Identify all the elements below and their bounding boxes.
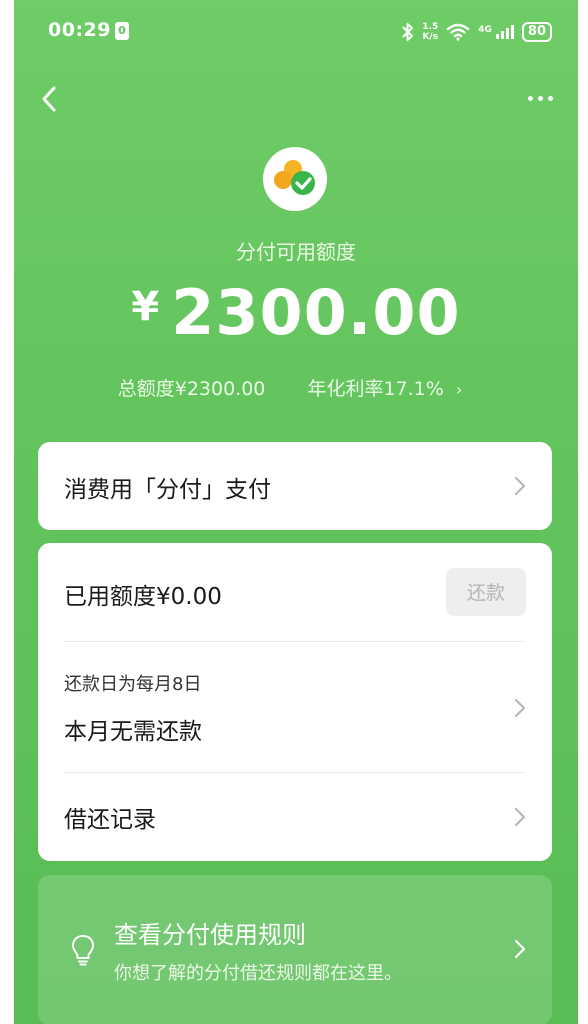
rules-description: 你想了解的分付借还规则都在这里。 [114, 963, 402, 984]
pay-with-fenfu-label: 消费用「分付」支付 [64, 477, 271, 503]
repay-day: 还款日为每月8日 [64, 674, 202, 695]
status-time: 00:29 [48, 19, 111, 41]
battery-icon: 80 [521, 22, 552, 42]
pay-with-fenfu-row[interactable]: 消费用「分付」支付 [38, 442, 552, 530]
repay-button[interactable]: 还款 [446, 568, 526, 616]
net-speed: 1.5 K/s [422, 22, 438, 42]
total-limit: 总额度¥2300.00 [117, 378, 266, 400]
available-credit-amount: ¥2300.00 [14, 276, 578, 349]
chevron-right-icon: › [455, 380, 463, 399]
records-label: 借还记录 [64, 807, 156, 833]
usage-card: 已用额度¥0.00 还款 还款日为每月8日 本月无需还款 借还记录 [38, 543, 552, 861]
annual-rate-link[interactable]: 年化利率17.1% › [295, 378, 474, 400]
wifi-icon [447, 23, 470, 41]
back-button[interactable] [36, 82, 64, 116]
sim-badge: 0 [115, 22, 129, 40]
currency-symbol: ¥ [131, 284, 160, 330]
credit-sub-info: 总额度¥2300.00 年化利率17.1% › [14, 374, 578, 401]
status-icons: 1.5 K/s 4G 80 [402, 18, 552, 46]
borrow-repay-records-row[interactable]: 借还记录 [38, 773, 552, 861]
more-dot [537, 95, 543, 101]
chevron-right-icon [514, 476, 526, 496]
fenfu-logo-icon [263, 147, 327, 211]
annual-rate: 年化利率17.1% [307, 378, 444, 400]
more-dot [547, 95, 553, 101]
more-options-button[interactable] [520, 84, 560, 112]
bluetooth-icon [402, 23, 414, 41]
available-credit-label: 分付可用额度 [236, 240, 356, 264]
credit-amount-value: 2300.00 [171, 276, 461, 349]
net-speed-unit: K/s [422, 32, 439, 42]
app-screen: 00:29 0 1.5 K/s 4G 80 分付可用额度 ¥ 2300.00 总… [14, 0, 578, 1024]
usage-rules-banner[interactable]: 查看分付使用规则 你想了解的分付借还规则都在这里。 [38, 875, 552, 1024]
net-speed-value: 1.5 [422, 22, 439, 32]
chevron-right-icon [514, 939, 526, 959]
more-dot [527, 95, 533, 101]
network-type: 4G [478, 25, 492, 35]
chevron-right-icon [514, 698, 526, 718]
used-credit: 已用额度¥0.00 [64, 584, 222, 610]
rules-title: 查看分付使用规则 [114, 921, 306, 949]
repay-schedule-row[interactable]: 还款日为每月8日 本月无需还款 [38, 642, 552, 772]
repay-status: 本月无需还款 [64, 719, 202, 745]
chevron-right-icon [514, 807, 526, 827]
lightbulb-icon [71, 934, 95, 966]
status-bar: 00:29 0 1.5 K/s 4G 80 [14, 0, 578, 64]
signal-icon: 4G [478, 25, 514, 39]
